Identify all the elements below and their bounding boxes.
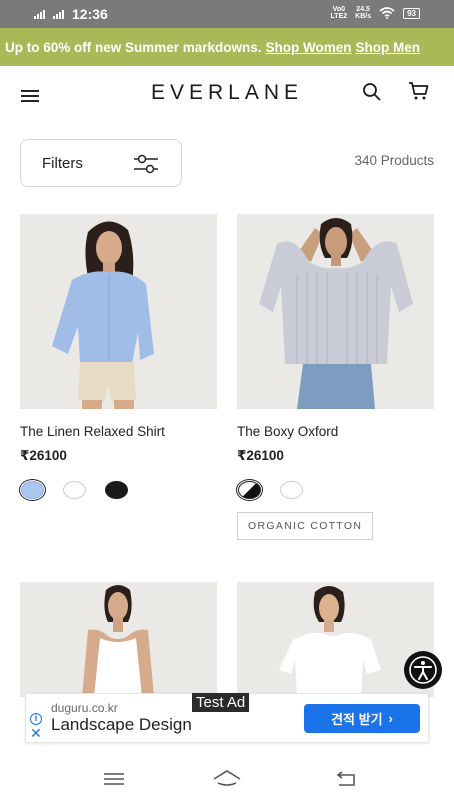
product-image[interactable]: [20, 582, 217, 697]
product-price: ₹26100: [237, 448, 284, 463]
shop-men-link[interactable]: Shop Men: [356, 40, 421, 55]
network-speed: 24.5 KB/s: [355, 6, 372, 20]
swatch-light-blue[interactable]: [19, 479, 46, 501]
product-card[interactable]: The Boxy Oxford ₹26100 ORGANIC COTTON: [236, 214, 434, 540]
accessibility-icon: [409, 656, 437, 684]
cart-icon[interactable]: [408, 81, 430, 101]
network-indicator: Vo0 LTE2: [330, 6, 348, 20]
swatch-stripe[interactable]: [236, 479, 263, 501]
filters-label: Filters: [42, 154, 83, 172]
ad-close-icon[interactable]: ✕: [30, 726, 42, 740]
recents-icon[interactable]: [103, 772, 125, 786]
color-swatches: [236, 479, 434, 501]
back-icon[interactable]: [334, 771, 358, 787]
ad-cta-button[interactable]: 견적 받기 ›: [304, 704, 420, 733]
product-name[interactable]: The Boxy Oxford: [237, 424, 434, 439]
clock: 12:36: [72, 6, 108, 22]
ad-cta-label: 견적 받기: [331, 712, 383, 727]
system-nav-bar: [0, 758, 454, 800]
status-right: Vo0 LTE2 24.5 KB/s 93: [331, 6, 420, 20]
product-card[interactable]: The Linen Relaxed Shirt ₹26100: [19, 214, 217, 501]
promo-text: Up to 60% off new Summer markdowns.: [5, 39, 262, 55]
shop-women-link[interactable]: Shop Women: [266, 40, 352, 55]
product-price: ₹26100: [20, 448, 67, 463]
color-swatches: [19, 479, 217, 501]
product-photo-tank: [20, 582, 217, 697]
product-card[interactable]: [20, 582, 217, 697]
battery-icon: 93: [403, 7, 420, 19]
swatch-white[interactable]: [280, 481, 303, 499]
wifi-icon: [379, 7, 395, 19]
ad-tag: Test Ad: [192, 693, 250, 712]
product-image[interactable]: [20, 214, 217, 409]
product-image[interactable]: [237, 214, 434, 409]
search-icon[interactable]: [362, 82, 382, 102]
accessibility-button[interactable]: [404, 651, 442, 689]
ad-title[interactable]: Landscape Design: [51, 715, 192, 735]
product-count: 340 Products: [354, 153, 434, 168]
filters-button[interactable]: Filters: [20, 139, 182, 187]
site-header: EVERLANE: [0, 66, 454, 122]
chevron-right-icon: ›: [388, 711, 393, 726]
swatch-black[interactable]: [105, 481, 128, 499]
status-bar: 12:36 Vo0 LTE2 24.5 KB/s 93: [0, 0, 454, 28]
product-photo-linen-shirt: [20, 214, 217, 409]
product-badge: ORGANIC COTTON: [237, 512, 374, 540]
status-left: 12:36: [34, 6, 108, 22]
product-photo-boxy-oxford: [237, 214, 434, 409]
signal-icon: [34, 9, 45, 19]
signal-icon-2: [53, 9, 64, 19]
brand-logo[interactable]: EVERLANE: [0, 81, 454, 105]
sliders-icon: [134, 154, 158, 174]
home-icon[interactable]: [212, 769, 242, 787]
ad-domain: duguru.co.kr: [51, 701, 118, 715]
product-name[interactable]: The Linen Relaxed Shirt: [20, 424, 217, 439]
swatch-white[interactable]: [63, 481, 86, 499]
ad-info-icon[interactable]: i: [30, 713, 42, 725]
promo-banner: Up to 60% off new Summer markdowns. Shop…: [0, 28, 454, 66]
